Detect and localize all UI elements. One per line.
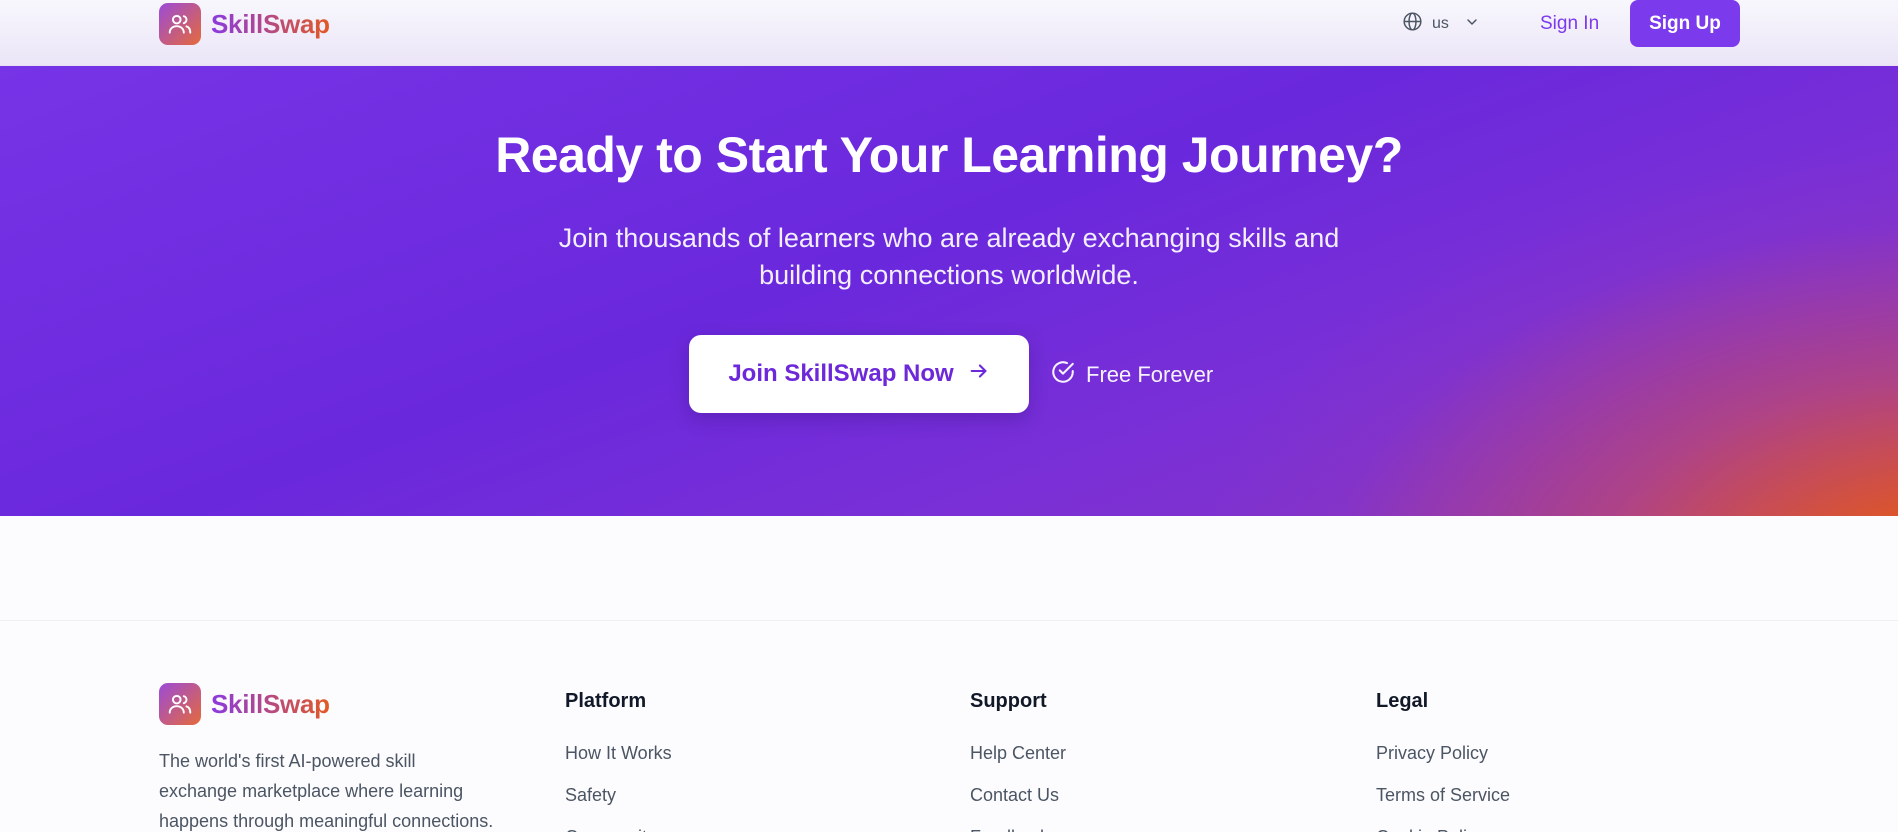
users-icon — [159, 3, 201, 45]
footer-logo[interactable]: SkillSwap — [159, 683, 330, 725]
cta-subtitle: Join thousands of learners who are alrea… — [499, 220, 1399, 294]
footer-description: The world's first AI-powered skill excha… — [159, 746, 539, 832]
footer-link-how-it-works[interactable]: How It Works — [565, 738, 672, 780]
footer-link-safety[interactable]: Safety — [565, 780, 672, 822]
language-selector[interactable]: us — [1402, 12, 1480, 36]
footer-column-title: Support — [970, 690, 1047, 712]
users-icon — [159, 683, 201, 725]
cta-banner: Ready to Start Your Learning Journey? Jo… — [0, 66, 1898, 516]
footer-link-help-center[interactable]: Help Center — [970, 738, 1066, 780]
footer-description-line: happens through meaningful connections. — [159, 811, 494, 831]
join-now-label: Join SkillSwap Now — [728, 360, 954, 387]
site-header: SkillSwap us Sign In Sign Up — [0, 0, 1898, 66]
arrow-right-icon — [968, 360, 990, 389]
language-value: us — [1432, 15, 1449, 32]
footer-description-line: exchange marketplace where learning — [159, 781, 464, 801]
sign-up-button[interactable]: Sign Up — [1630, 0, 1740, 47]
footer-divider — [0, 620, 1898, 621]
footer-description-line: The world's first AI-powered skill — [159, 751, 416, 771]
chevron-down-icon — [1464, 14, 1480, 35]
footer-link-cookie-policy[interactable]: Cookie Policy — [1376, 822, 1510, 832]
free-forever-label: Free Forever — [1086, 362, 1214, 387]
footer-column-legal: Legal Privacy Policy Terms of Service Co… — [1376, 686, 1510, 832]
sign-in-link[interactable]: Sign In — [1532, 10, 1607, 38]
brand-name: SkillSwap — [211, 8, 330, 39]
footer-link-terms-of-service[interactable]: Terms of Service — [1376, 780, 1510, 822]
globe-icon — [1402, 11, 1423, 37]
check-circle-icon — [1050, 359, 1076, 391]
footer-column-title: Legal — [1376, 690, 1429, 712]
footer-link-feedback[interactable]: Feedback — [970, 822, 1066, 832]
brand-name: SkillSwap — [211, 688, 330, 719]
cta-title: Ready to Start Your Learning Journey? — [495, 127, 1403, 183]
footer-column-support: Support Help Center Contact Us Feedback — [970, 686, 1066, 832]
footer-link-contact-us[interactable]: Contact Us — [970, 780, 1066, 822]
free-forever-badge: Free Forever — [1050, 359, 1213, 391]
footer-column-title: Platform — [565, 690, 647, 712]
cta-subtitle-line: building connections worldwide. — [759, 260, 1139, 290]
cta-subtitle-line: Join thousands of learners who are alrea… — [558, 223, 1340, 253]
footer-link-community[interactable]: Community — [565, 822, 672, 832]
join-now-button[interactable]: Join SkillSwap Now — [689, 335, 1029, 413]
header-logo[interactable]: SkillSwap — [159, 3, 330, 45]
footer-column-platform: Platform How It Works Safety Community — [565, 686, 672, 832]
footer-link-privacy-policy[interactable]: Privacy Policy — [1376, 738, 1510, 780]
